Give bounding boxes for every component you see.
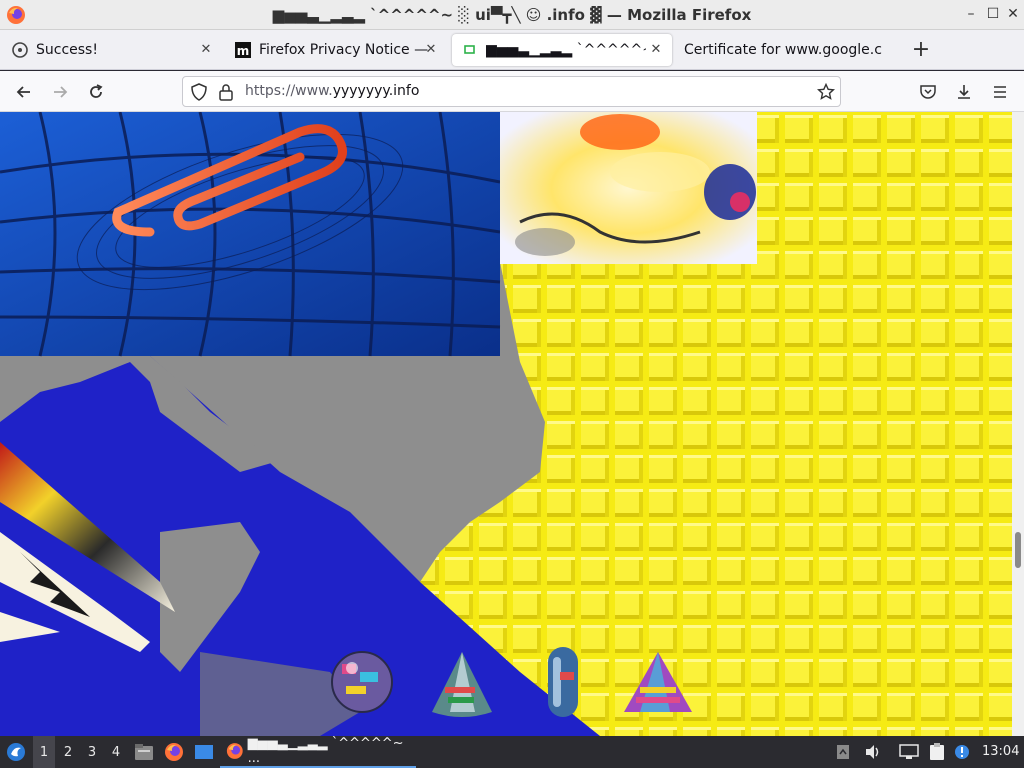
tab-privacy-notice[interactable]: m Firefox Privacy Notice — ✕ bbox=[225, 34, 447, 66]
tab-certificate[interactable]: Certificate for www.google.c bbox=[676, 34, 896, 66]
url-prefix: https://www. bbox=[245, 83, 333, 99]
workspace-2[interactable]: 2 bbox=[57, 736, 79, 768]
menu-button[interactable] bbox=[988, 80, 1012, 104]
forward-arrow-icon bbox=[54, 86, 68, 98]
scrollbar-thumb[interactable] bbox=[1015, 532, 1021, 568]
minimize-button[interactable]: – bbox=[962, 6, 980, 22]
tray-up-icon bbox=[837, 745, 849, 759]
forward-button[interactable] bbox=[48, 80, 72, 104]
start-menu-button[interactable] bbox=[4, 736, 28, 768]
window-titlebar: ▆▅▅▃▁▂▃▂ `^^^^^~ ░ ui▀┳╲ ☺ .info ▓ — Moz… bbox=[0, 0, 1024, 30]
volume-button[interactable] bbox=[862, 736, 884, 768]
workspace-4[interactable]: 4 bbox=[105, 736, 127, 768]
taskbar-clock[interactable]: 13:04 bbox=[982, 744, 1019, 759]
new-tab-button[interactable]: + bbox=[909, 37, 933, 62]
navigation-bar: https://www.yyyyyyy.info bbox=[0, 71, 1024, 112]
reload-button[interactable] bbox=[84, 80, 108, 104]
network-button[interactable] bbox=[898, 736, 920, 768]
lock-icon[interactable] bbox=[219, 83, 233, 101]
workspace-1[interactable]: 1 bbox=[33, 736, 55, 768]
close-tab-icon[interactable]: ✕ bbox=[198, 42, 214, 57]
url-domain: yyyyyyy.info bbox=[332, 83, 420, 99]
glass-sphere-object bbox=[331, 651, 393, 713]
workspace-3[interactable]: 3 bbox=[81, 736, 103, 768]
abstract-swirl-image bbox=[500, 112, 757, 264]
paperclip-image bbox=[0, 112, 501, 357]
speaker-icon bbox=[866, 745, 879, 759]
page-icon bbox=[462, 42, 478, 58]
back-arrow-icon bbox=[16, 86, 30, 98]
maximize-button[interactable]: ☐ bbox=[984, 6, 1002, 22]
tab-label: Success! bbox=[36, 42, 98, 58]
download-icon bbox=[958, 85, 970, 99]
start-menu-icon bbox=[7, 743, 25, 761]
glass-capsule-object bbox=[548, 647, 578, 717]
tab-label: Certificate for www.google.c bbox=[684, 42, 882, 58]
tab-strip: Success! ✕ m Firefox Privacy Notice — ✕ … bbox=[0, 30, 1024, 70]
bookmark-star-icon[interactable] bbox=[817, 83, 835, 101]
pocket-icon bbox=[920, 85, 936, 99]
mozilla-icon: m bbox=[235, 42, 251, 58]
shield-icon[interactable] bbox=[191, 83, 207, 101]
clipboard-icon bbox=[930, 743, 944, 760]
page-scrollbar[interactable] bbox=[1012, 112, 1024, 736]
close-window-button[interactable]: ✕ bbox=[1004, 6, 1022, 22]
firefox-icon bbox=[12, 42, 28, 58]
url-text[interactable]: https://www.yyyyyyy.info bbox=[245, 83, 419, 99]
firefox-icon bbox=[7, 6, 25, 24]
reload-icon bbox=[90, 84, 103, 98]
firefox-icon bbox=[226, 743, 243, 759]
tab-success[interactable]: Success! ✕ bbox=[2, 34, 222, 66]
tray-arrow-button[interactable] bbox=[834, 736, 852, 768]
taskbar: 1 2 3 4 ▆▅▅▃▁▂▃▂ `^^^^^~ ... 13:04 bbox=[0, 736, 1024, 768]
clipboard-button[interactable] bbox=[926, 736, 948, 768]
window-title: ▆▅▅▃▁▂▃▂ `^^^^^~ ░ ui▀┳╲ ☺ .info ▓ — Moz… bbox=[272, 5, 752, 24]
notification-button[interactable] bbox=[952, 736, 972, 768]
hamburger-menu-icon bbox=[994, 86, 1006, 98]
network-icon bbox=[899, 744, 919, 759]
url-bar[interactable]: https://www.yyyyyyy.info bbox=[182, 76, 841, 107]
svg-text:m: m bbox=[237, 44, 250, 58]
page-artwork bbox=[0, 112, 1012, 736]
file-manager-button[interactable] bbox=[132, 736, 156, 768]
close-tab-icon[interactable]: ✕ bbox=[423, 42, 439, 57]
downloads-button[interactable] bbox=[952, 80, 976, 104]
desktop-button[interactable] bbox=[192, 736, 216, 768]
close-tab-icon[interactable]: ✕ bbox=[648, 42, 664, 57]
folder-icon bbox=[135, 744, 153, 760]
tab-label: ▆▅▅▃▁▂▃▂ `^^^^^~ ░ bbox=[486, 42, 646, 58]
firefox-icon bbox=[165, 743, 183, 761]
taskbar-firefox-window[interactable]: ▆▅▅▃▁▂▃▂ `^^^^^~ ... bbox=[220, 736, 416, 768]
taskbar-window-title: ▆▅▅▃▁▂▃▂ `^^^^^~ ... bbox=[247, 736, 404, 766]
tab-label: Firefox Privacy Notice — bbox=[259, 42, 429, 58]
firefox-launcher-button[interactable] bbox=[162, 736, 186, 768]
web-page-content[interactable] bbox=[0, 112, 1012, 736]
info-icon bbox=[955, 745, 969, 759]
tab-current-page[interactable]: ▆▅▅▃▁▂▃▂ `^^^^^~ ░ ✕ bbox=[452, 34, 672, 66]
pocket-button[interactable] bbox=[916, 80, 940, 104]
window-icon bbox=[195, 745, 213, 759]
back-button[interactable] bbox=[12, 80, 36, 104]
